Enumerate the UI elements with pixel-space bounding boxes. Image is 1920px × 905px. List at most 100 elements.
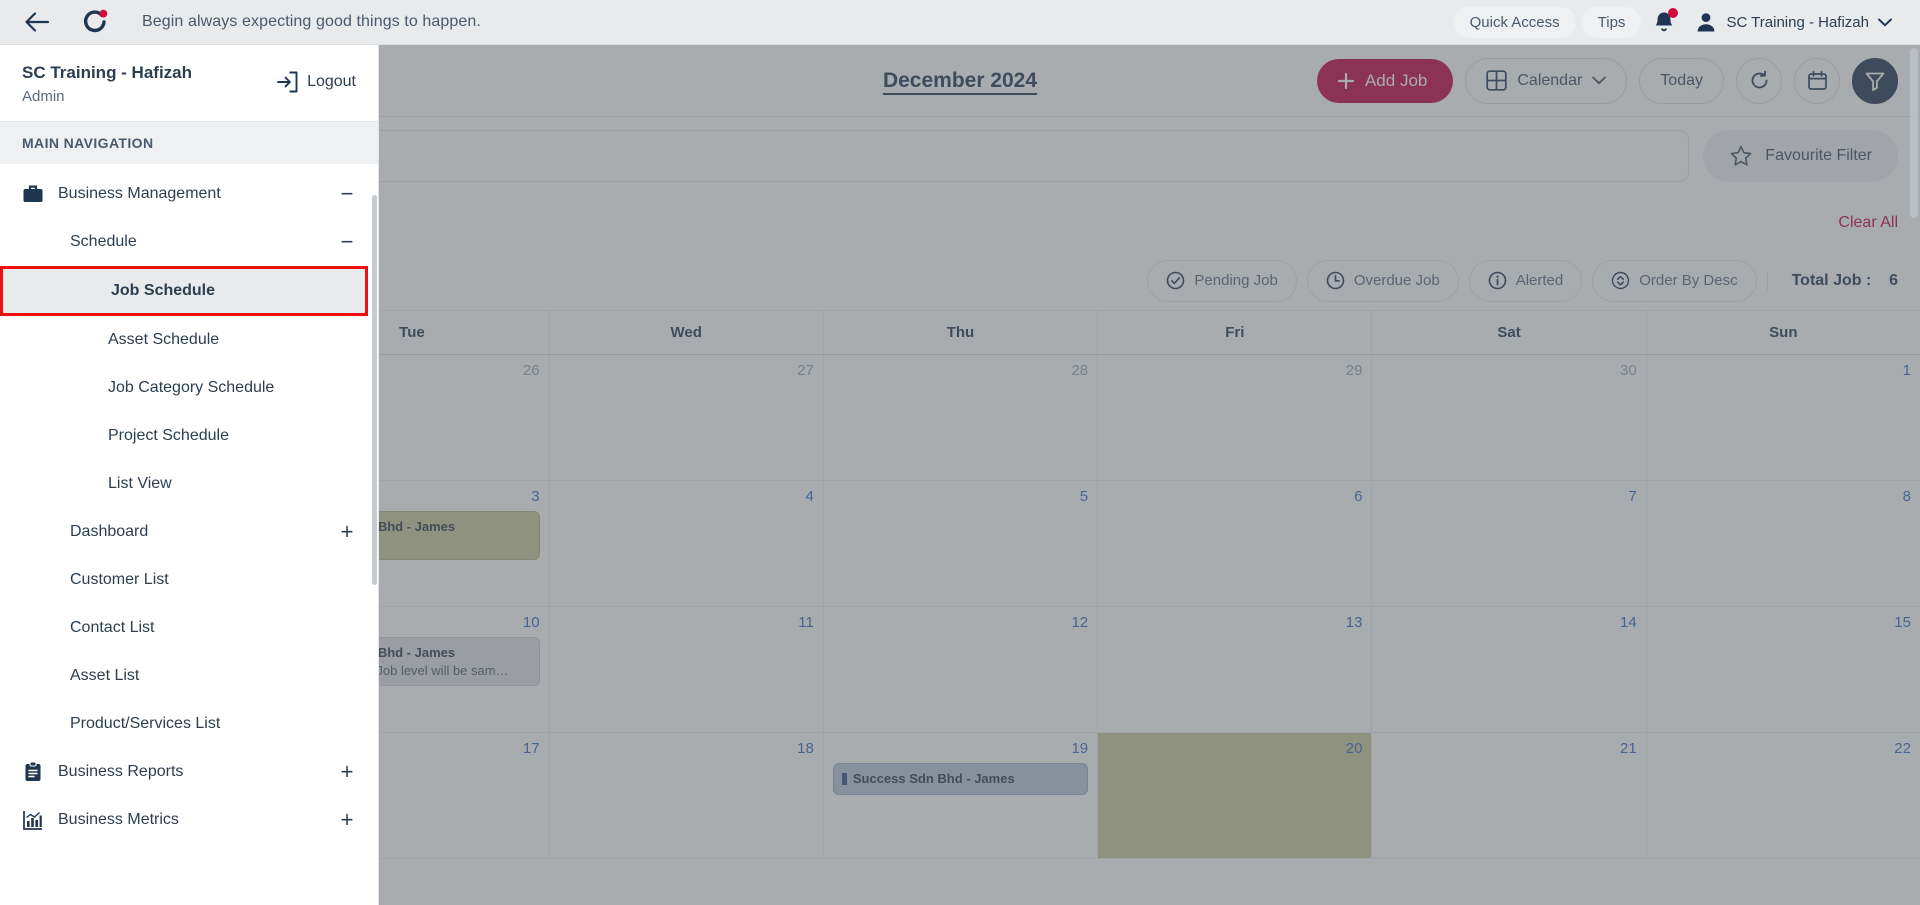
calendar-day-number: 22 <box>1894 740 1911 757</box>
calendar-day-cell[interactable]: 1 <box>1645 355 1920 481</box>
brand-logo-icon[interactable] <box>80 7 110 37</box>
sidebar-item-contact-list[interactable]: Contact List <box>0 604 378 652</box>
back-button[interactable] <box>22 7 52 37</box>
expand-icon[interactable]: + <box>338 809 356 831</box>
sidebar-item-business-management[interactable]: Business Management − <box>0 170 378 218</box>
sidebar-item-label: Product/Services List <box>70 715 221 732</box>
status-pill-label: Alerted <box>1515 272 1564 289</box>
motivational-quote: Begin always expecting good things to ha… <box>142 13 481 30</box>
calendar-weekday: Fri <box>1097 311 1371 354</box>
sidebar-item-dashboard[interactable]: Dashboard + <box>0 508 378 556</box>
add-job-button[interactable]: Add Job <box>1316 58 1454 103</box>
refresh-button[interactable] <box>1736 57 1782 104</box>
expand-icon[interactable]: + <box>338 761 356 783</box>
sidebar-item-customer-list[interactable]: Customer List <box>0 556 378 604</box>
sidebar-item-list-view[interactable]: List View <box>0 460 378 508</box>
calendar-day-cell[interactable]: 20 <box>1097 733 1372 859</box>
calendar-day-cell[interactable]: 28 <box>822 355 1098 481</box>
today-button[interactable]: Today <box>1639 57 1724 104</box>
calendar-day-cell[interactable]: 5 <box>822 481 1098 607</box>
check-circle-icon <box>1166 271 1185 290</box>
calendar-day-cell[interactable]: 22 <box>1645 733 1920 859</box>
status-pill-label: Pending Job <box>1194 272 1278 289</box>
favourite-filter-label: Favourite Filter <box>1765 147 1872 164</box>
calendar-day-number: 19 <box>1071 740 1089 757</box>
calendar-day-cell[interactable]: 29 <box>1097 355 1372 481</box>
calendar-day-cell[interactable]: 4 <box>548 481 823 607</box>
calendar-day-cell[interactable]: 8 <box>1645 481 1920 607</box>
sidebar-item-label: Project Schedule <box>108 427 229 444</box>
sidebar-item-business-metrics[interactable]: Business Metrics + <box>0 796 378 844</box>
user-avatar-icon <box>1695 11 1717 33</box>
expand-icon[interactable]: + <box>338 521 356 543</box>
sidebar-item-product-services-list[interactable]: Product/Services List <box>0 700 378 748</box>
calendar-day-number: 20 <box>1345 740 1363 757</box>
calendar-day-cell[interactable]: 19 Success Sdn Bhd - James <box>822 733 1098 859</box>
calendar-weekday: Sat <box>1371 311 1645 354</box>
sidebar-item-business-reports[interactable]: Business Reports + <box>0 748 378 796</box>
calendar-weekday: Thu <box>822 311 1097 354</box>
today-label: Today <box>1660 71 1703 89</box>
sidebar-item-project-schedule[interactable]: Project Schedule <box>0 412 378 460</box>
sidebar-item-asset-schedule[interactable]: Asset Schedule <box>0 316 378 364</box>
total-job-value: 6 <box>1889 271 1898 289</box>
user-menu[interactable]: SC Training - Hafizah <box>1687 6 1902 38</box>
chevron-down-icon <box>1592 76 1607 85</box>
page-scrollbar[interactable] <box>1910 48 1918 218</box>
sidebar: SC Training - Hafizah Admin Logout MAIN … <box>0 45 379 905</box>
calendar-event[interactable]: Success Sdn Bhd - James <box>832 763 1089 795</box>
calendar-day-number: 21 <box>1620 740 1637 757</box>
sidebar-item-label: Contact List <box>70 619 155 636</box>
sidebar-item-job-schedule[interactable]: Job Schedule <box>0 266 368 316</box>
calendar-day-cell[interactable]: 6 <box>1097 481 1372 607</box>
calendar-day-cell[interactable]: 18 <box>548 733 823 859</box>
calendar-day-number: 14 <box>1620 614 1637 631</box>
calendar-day-cell[interactable]: 15 <box>1645 607 1920 733</box>
sidebar-scrollbar[interactable] <box>372 195 377 585</box>
calendar-day-number: 7 <box>1628 488 1637 505</box>
calendar-day-cell[interactable]: 11 <box>548 607 823 733</box>
status-pill-order-by[interactable]: Order By Desc <box>1592 259 1757 302</box>
total-job-label: Total Job : <box>1791 271 1872 289</box>
filter-button[interactable] <box>1852 57 1898 104</box>
clear-all-button[interactable]: Clear All <box>1838 214 1898 232</box>
info-icon <box>1488 271 1507 290</box>
sidebar-item-label: Schedule <box>70 233 137 250</box>
calendar-day-cell[interactable]: 12 <box>822 607 1098 733</box>
top-bar: Begin always expecting good things to ha… <box>0 0 1920 45</box>
refresh-icon <box>1749 70 1770 91</box>
sidebar-item-schedule[interactable]: Schedule − <box>0 218 378 266</box>
status-pill-label: Order By Desc <box>1639 272 1738 289</box>
notifications-button[interactable] <box>1647 5 1681 39</box>
status-pill-pending-job[interactable]: Pending Job <box>1147 259 1297 302</box>
briefcase-icon <box>22 183 52 205</box>
status-pill-overdue-job[interactable]: Overdue Job <box>1306 259 1459 302</box>
sidebar-item-label: Business Management <box>58 185 221 202</box>
calendar-day-cell[interactable]: 14 <box>1371 607 1646 733</box>
sidebar-account-name: SC Training - Hafizah <box>22 63 193 82</box>
quick-access-button[interactable]: Quick Access <box>1453 6 1576 38</box>
calendar-day-cell[interactable]: 21 <box>1371 733 1646 859</box>
add-job-label: Add Job <box>1364 70 1428 90</box>
collapse-icon[interactable]: − <box>338 231 356 253</box>
sidebar-item-job-category-schedule[interactable]: Job Category Schedule <box>0 364 378 412</box>
favourite-filter-button[interactable]: Favourite Filter <box>1703 130 1898 182</box>
calendar-day-number: 30 <box>1620 362 1637 379</box>
calendar-day-cell[interactable]: 30 <box>1371 355 1646 481</box>
status-pill-alerted[interactable]: Alerted <box>1468 259 1583 302</box>
collapse-icon[interactable]: − <box>338 183 356 205</box>
calendar-day-number: 27 <box>797 362 814 379</box>
date-picker-button[interactable] <box>1794 57 1840 104</box>
calendar-day-number: 18 <box>797 740 814 757</box>
sidebar-item-label: Job Category Schedule <box>108 379 275 396</box>
sidebar-account-block: SC Training - Hafizah Admin Logout <box>0 45 378 122</box>
logout-button[interactable]: Logout <box>276 63 356 93</box>
view-selector[interactable]: Calendar <box>1465 57 1628 104</box>
calendar-day-cell[interactable]: 27 <box>548 355 823 481</box>
sidebar-item-asset-list[interactable]: Asset List <box>0 652 378 700</box>
calendar-day-cell[interactable]: 7 <box>1371 481 1646 607</box>
calendar-day-cell[interactable]: 13 <box>1097 607 1372 733</box>
tips-button[interactable]: Tips <box>1581 6 1642 38</box>
calendar-weekday: Sun <box>1645 311 1920 354</box>
sidebar-item-label: Dashboard <box>70 523 149 540</box>
